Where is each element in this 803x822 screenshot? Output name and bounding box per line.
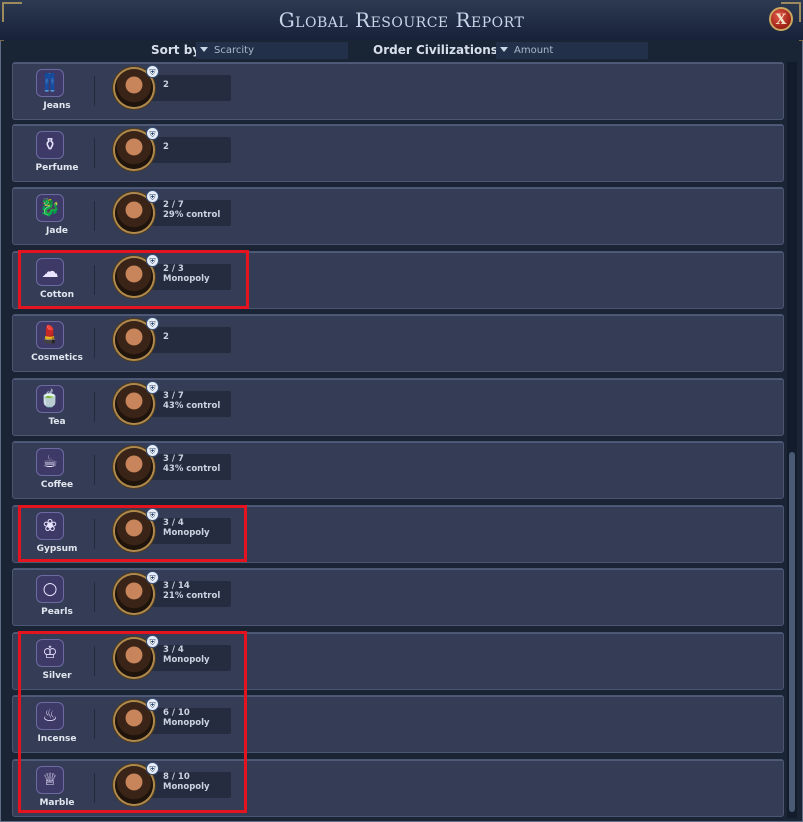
resource-control: 29% control [163,210,221,220]
resource-row-coffee[interactable]: ☕ Coffee ⛨ 3 / 7 43% control [12,441,784,499]
jeans-icon: 👖 [36,69,64,97]
civ-resource-count: 2 [163,332,169,342]
sort-by-value: Scarcity [214,45,254,56]
highlight-monopoly-group [18,631,247,813]
row-divider [94,582,95,612]
scroll-thumb[interactable] [789,452,795,812]
window-title: Global Resource Report [278,8,525,32]
pearls-icon: ○ [36,575,64,603]
resource-amount: 2 [163,142,169,152]
civ-resource-count: 3 / 7 43% control [163,454,220,474]
row-divider [94,76,95,106]
resource-amount: 2 [163,332,169,342]
resource-amount: 2 / 7 [163,200,184,210]
resource-name: Tea [48,417,66,427]
row-divider [94,392,95,422]
resource-row-jade[interactable]: 🐉 Jade ⛨ 2 / 7 29% control [12,187,784,245]
resource-amount: 3 / 7 [163,391,184,401]
global-resource-report-window: Global Resource Report X Sort by Scarcit… [0,0,803,822]
resource-control: 43% control [163,401,221,411]
resource-row-tea[interactable]: 🍵 Tea ⛨ 3 / 7 43% control [12,378,784,436]
shield-icon: ⛨ [146,571,159,584]
perfume-icon: ⚱ [36,131,64,159]
resource-name: Jade [46,226,68,236]
civ-resource-count: 3 / 7 43% control [163,391,220,411]
resource-name: Pearls [41,607,73,617]
shield-icon: ⛨ [146,444,159,457]
order-civilizations-value: Amount [514,45,554,56]
resource-amount: 3 / 7 [163,454,184,464]
resource-row-pearls[interactable]: ○ Pearls ⛨ 3 / 14 21% control [12,568,784,626]
highlight-gypsum [18,505,247,562]
cosmetics-icon: 💄 [36,321,64,349]
title-bar: Global Resource Report X [0,0,803,41]
civ-resource-count: 3 / 14 21% control [163,581,220,601]
shield-icon: ⛨ [146,381,159,394]
shield-icon: ⛨ [146,127,159,140]
row-divider [94,138,95,168]
shield-icon: ⛨ [146,317,159,330]
tea-icon: 🍵 [36,385,64,413]
chevron-down-icon [200,47,208,52]
resource-row-jeans[interactable]: 👖 Jeans ⛨ 2 [12,62,784,120]
close-button[interactable]: X [769,7,793,31]
resource-name: Perfume [35,163,79,173]
civ-resource-count: 2 / 7 29% control [163,200,220,220]
resource-row-perfume[interactable]: ⚱ Perfume ⛨ 2 [12,124,784,182]
civ-resource-count: 2 [163,142,169,152]
chevron-down-icon [500,47,508,52]
jade-icon: 🐉 [36,194,64,222]
sort-by-label: Sort by [151,43,201,57]
row-divider [94,201,95,231]
row-divider [94,455,95,485]
resource-row-cosmetics[interactable]: 💄 Cosmetics ⛨ 2 [12,314,784,372]
resource-amount: 2 [163,80,169,90]
order-civilizations-dropdown[interactable]: Amount [496,42,648,59]
shield-icon: ⛨ [146,190,159,203]
scrollbar[interactable] [787,62,797,818]
highlight-cotton [18,250,249,309]
resource-name: Cosmetics [31,353,83,363]
sort-bar: Sort by Scarcity Order Civilizations by … [4,40,799,61]
shield-icon: ⛨ [146,65,159,78]
resource-control: 43% control [163,464,221,474]
sort-by-dropdown[interactable]: Scarcity [196,42,348,59]
coffee-icon: ☕ [36,448,64,476]
resource-name: Coffee [40,480,74,490]
resource-control: 21% control [163,591,221,601]
civ-resource-count: 2 [163,80,169,90]
resource-amount: 3 / 14 [163,581,190,591]
row-divider [94,328,95,358]
resource-name: Jeans [43,101,71,111]
